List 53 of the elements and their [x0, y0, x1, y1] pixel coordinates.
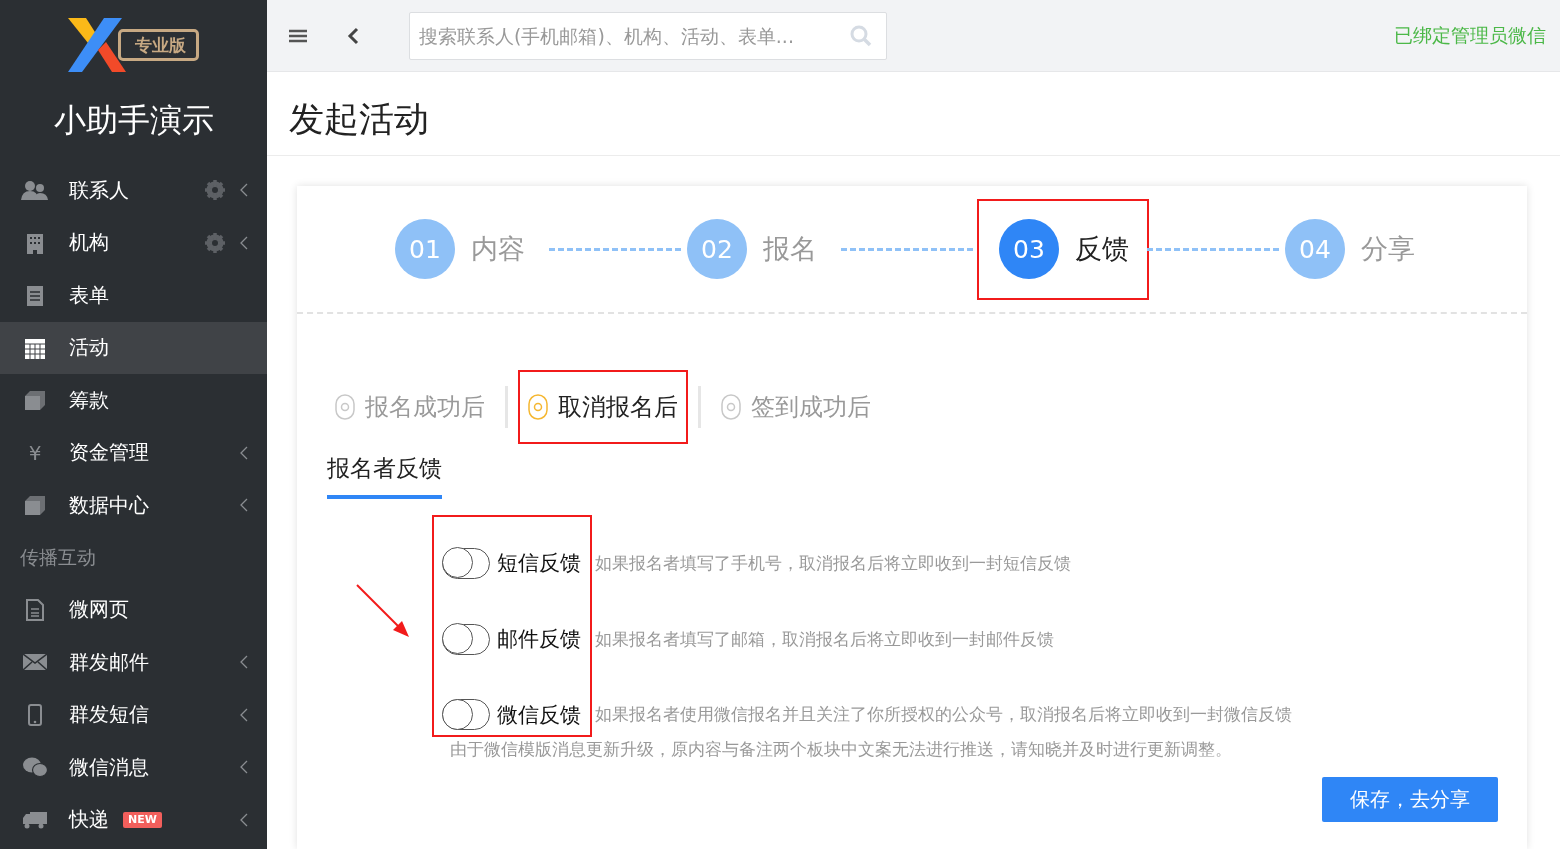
sidebar-item[interactable]: 机构 — [0, 216, 267, 269]
phone-icon — [28, 703, 42, 726]
envelope-icon — [23, 654, 47, 671]
people-icon — [21, 180, 49, 201]
page-title: 发起活动 — [267, 72, 1560, 156]
toggle-description: 如果报名者使用微信报名并且关注了你所授权的公众号，取消报名后将立即收到一封微信反馈 — [595, 703, 1292, 727]
step-item: 02 报名 — [687, 207, 835, 291]
yen-icon: ¥ — [28, 440, 42, 465]
sidebar-item[interactable]: 联系人 — [0, 164, 267, 217]
sidebar-section-label: 传播互动 — [19, 544, 97, 570]
toggle-description: 如果报名者填写了邮箱，取消报名后将立即收到一封邮件反馈 — [595, 627, 1054, 651]
toggle-label: 短信反馈 — [497, 550, 581, 578]
step-item: 03 反馈 — [979, 200, 1147, 298]
document-icon — [26, 598, 44, 621]
clipboard-icon — [26, 284, 44, 307]
building-icon — [25, 231, 45, 254]
search-icon — [850, 24, 872, 47]
toggle-description: 如果报名者填写了手机号，取消报名后将立即收到一封短信反馈 — [595, 551, 1071, 575]
toggle-switch[interactable] — [442, 699, 490, 731]
notice-text: 由于微信模版消息更新升级，原内容与备注两个板块中文案无法进行推送，请知晓并及时进行更新调整。 — [450, 738, 1233, 761]
sidebar-item[interactable]: ¥ 资金管理 — [0, 426, 267, 479]
chat-bubbles-icon — [22, 756, 48, 779]
sidebar-item[interactable]: 微信消息 — [0, 741, 267, 794]
subtab[interactable]: 取消报名后 — [520, 372, 686, 442]
save-button[interactable]: 保存，去分享 — [1322, 777, 1498, 822]
menu-button[interactable] — [289, 28, 307, 43]
sidebar-item[interactable]: 群发邮件 — [0, 636, 267, 689]
calendar-icon — [24, 336, 46, 359]
box-icon — [24, 390, 46, 411]
sidebar-item[interactable]: 微网页 — [0, 583, 267, 636]
new-badge: NEW — [123, 811, 162, 828]
sidebar-item[interactable]: 表单 — [0, 269, 267, 322]
radio-icon — [528, 394, 548, 420]
organization-name: 小助手演示 — [52, 100, 215, 141]
back-button[interactable] — [347, 26, 359, 45]
radio-icon — [721, 394, 741, 420]
toggle-switch[interactable] — [442, 623, 490, 655]
toggle-switch[interactable] — [442, 547, 490, 579]
step-item: 04 分享 — [1285, 207, 1433, 291]
truck-icon — [22, 810, 48, 829]
sidebar-item[interactable]: 数据中心 — [0, 479, 267, 532]
box-icon — [24, 495, 46, 516]
radio-icon — [335, 394, 355, 420]
toggle-label: 邮件反馈 — [497, 626, 581, 653]
step-item: 01 内容 — [395, 207, 543, 291]
edition-badge: 专业版 — [118, 29, 199, 61]
sidebar-item[interactable]: 筹款 — [0, 374, 267, 427]
sidebar-item[interactable]: 快递 NEW — [0, 793, 267, 846]
section-title: 报名者反馈 — [327, 451, 442, 499]
sidebar-item[interactable]: 活动 — [0, 321, 267, 374]
sidebar-item[interactable]: 群发短信 — [0, 688, 267, 741]
toggle-label: 微信反馈 — [497, 701, 581, 729]
logo-icon — [68, 18, 126, 72]
